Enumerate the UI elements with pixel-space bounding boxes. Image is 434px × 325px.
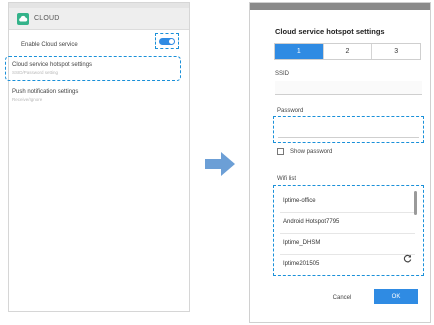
dialog-title: Cloud service hotspot settings (275, 27, 385, 36)
show-password-label: Show password (290, 148, 333, 155)
divider (280, 233, 415, 234)
cloud-icon (17, 12, 29, 25)
refresh-icon[interactable] (403, 254, 412, 263)
ssid-label: SSID (275, 71, 290, 77)
app-title: CLOUD (34, 15, 60, 22)
wifi-item[interactable]: Iptime201505 (283, 261, 319, 267)
tab-2[interactable]: 2 (322, 44, 372, 59)
push-settings-subtitle: Receive/Ignore (12, 97, 43, 102)
tab-1[interactable]: 1 (275, 44, 323, 59)
cancel-button[interactable]: Cancel (328, 293, 356, 303)
ok-button[interactable]: OK (374, 289, 418, 304)
status-bar (250, 3, 430, 10)
toggle-knob (169, 39, 174, 44)
hotspot-settings-highlight[interactable] (5, 56, 181, 81)
show-password-row[interactable]: Show password (277, 148, 332, 155)
wifi-list-label: Wifi list (277, 176, 296, 182)
ssid-input[interactable] (275, 81, 422, 95)
push-settings-label[interactable]: Push notification settings (12, 89, 78, 95)
slot-tabs: 1 2 3 (274, 43, 421, 60)
password-label: Password (277, 108, 304, 114)
app-bar: CLOUD (9, 8, 189, 30)
password-input[interactable] (278, 125, 419, 138)
arrow-right-icon (205, 152, 235, 176)
wifi-list-scrollbar[interactable] (414, 191, 417, 215)
enable-cloud-toggle[interactable] (159, 38, 175, 45)
wifi-item[interactable]: Iptime-office (283, 198, 316, 204)
toggle-highlight (155, 33, 179, 49)
divider (280, 254, 415, 255)
wifi-item[interactable]: Iptime_DHSM (283, 240, 320, 246)
show-password-checkbox[interactable] (277, 148, 284, 155)
divider (280, 212, 415, 213)
enable-cloud-label: Enable Cloud service (21, 42, 78, 48)
hotspot-settings-label: Cloud service hotspot settings (12, 62, 93, 68)
tab-3[interactable]: 3 (371, 44, 420, 59)
wifi-item[interactable]: Android Hotspot7795 (283, 219, 339, 225)
hotspot-settings-subtitle: SSID/Password setting (12, 70, 59, 75)
